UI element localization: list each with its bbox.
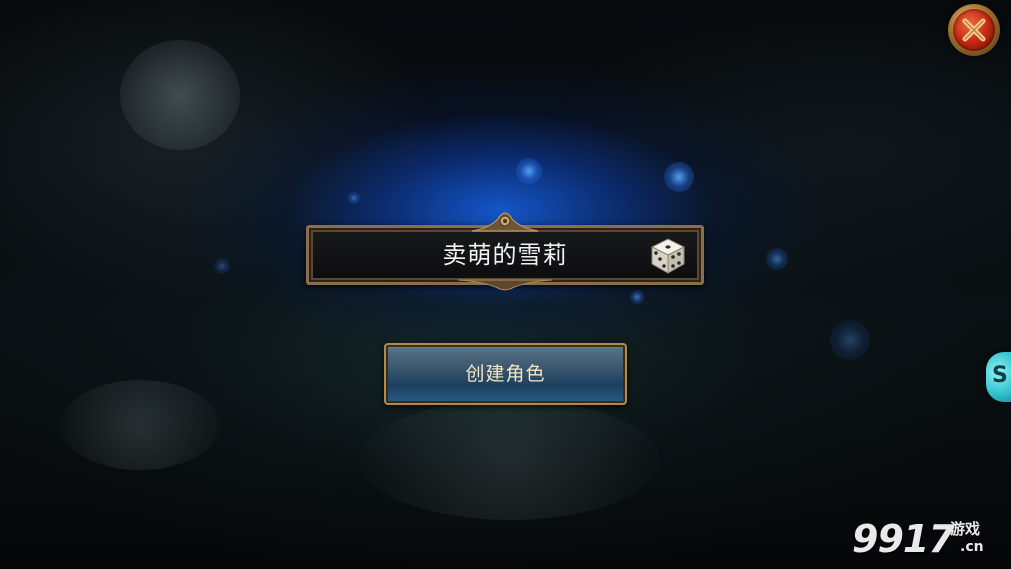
create-character-label: 创建角色: [465, 363, 546, 385]
background-fog: [120, 40, 240, 150]
background-fog: [360, 400, 660, 520]
close-button[interactable]: [948, 4, 1000, 56]
background-bokeh: [214, 258, 230, 274]
background-fog: [60, 380, 220, 470]
background-bokeh: [766, 248, 788, 270]
side-menu-tab[interactable]: S: [986, 352, 1011, 402]
watermark-cn: 游戏: [950, 520, 981, 538]
background-bokeh: [516, 158, 542, 184]
side-tab-glyph: S: [992, 363, 1008, 388]
character-name-plate: 卖萌的雪莉: [306, 211, 704, 291]
dice-icon[interactable]: [646, 233, 690, 277]
watermark-domain: .cn: [960, 539, 984, 555]
close-icon: [962, 18, 986, 42]
character-name: 卖萌的雪莉: [442, 241, 568, 269]
background-bokeh: [830, 320, 870, 360]
site-watermark: 9917 游戏 .cn: [852, 515, 1007, 565]
background-bokeh: [664, 162, 694, 192]
game-scene: 卖萌的雪莉 创建角色 S 9917 游戏 .cn: [0, 0, 1011, 569]
background-bokeh: [348, 192, 360, 204]
create-character-button[interactable]: 创建角色: [384, 343, 627, 405]
watermark-number: 9917: [852, 517, 955, 561]
background-bokeh: [630, 290, 644, 304]
